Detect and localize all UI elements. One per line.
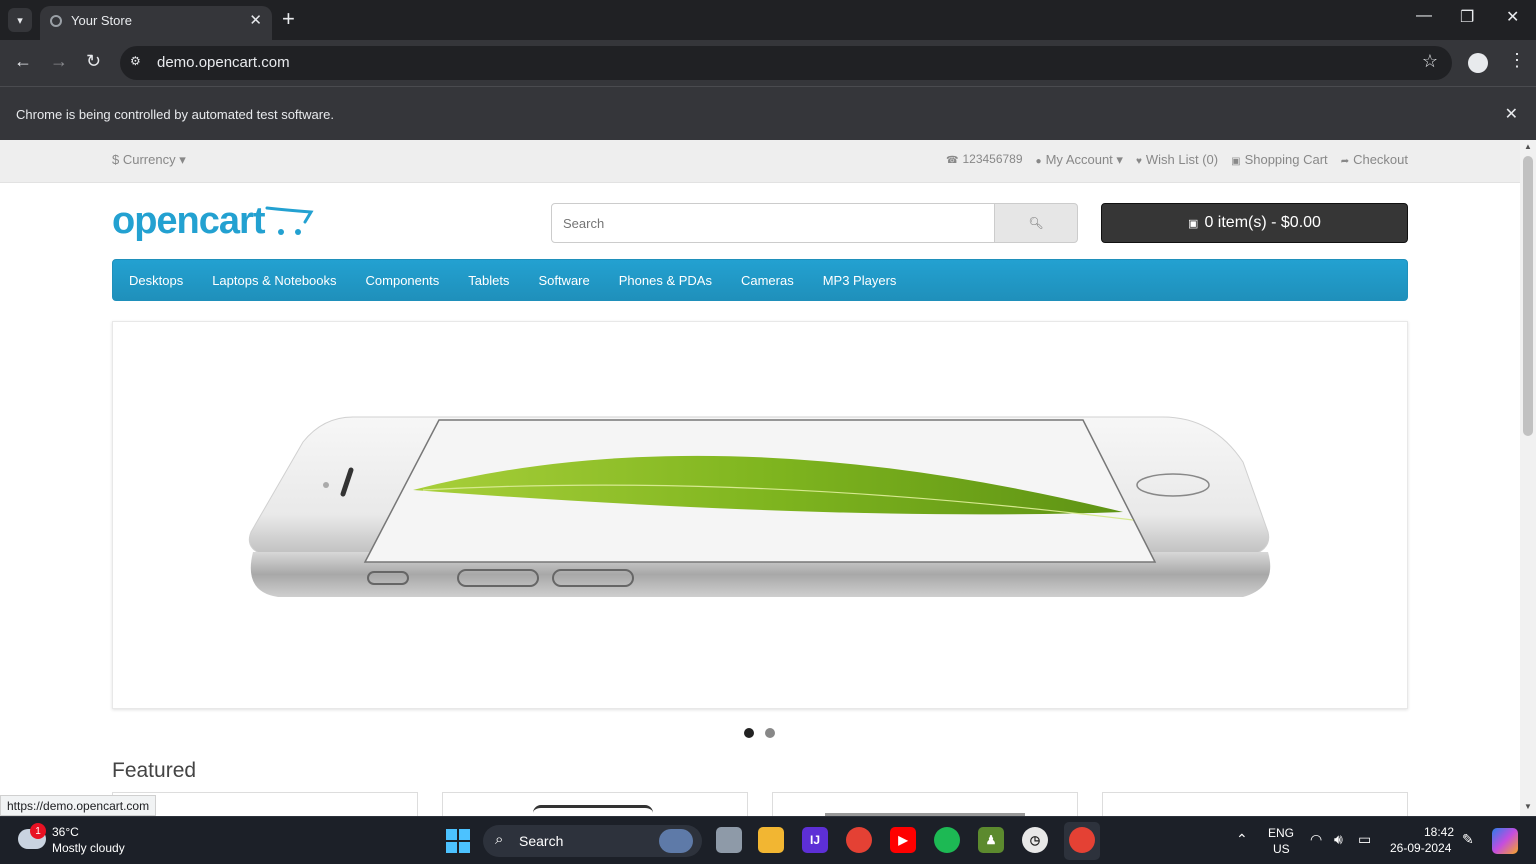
slideshow-pagination (744, 728, 775, 738)
wifi-icon[interactable]: ◠ (1310, 831, 1322, 848)
my-account-link[interactable]: ● My Account ▾ (1036, 152, 1123, 168)
automation-infobar: Chrome is being controlled by automated … (0, 86, 1536, 140)
taskbar-search[interactable]: ⌕ Search (483, 825, 702, 857)
iphone-banner-image (248, 416, 1271, 597)
chrome-icon[interactable] (846, 827, 872, 853)
cart-icon: ▣ (1188, 217, 1199, 230)
scroll-down-arrow-icon[interactable]: ▼ (1524, 802, 1532, 811)
forward-button[interactable]: → (50, 51, 68, 72)
search-button[interactable]: 🔍︎ (994, 203, 1078, 243)
chrome-active-icon[interactable] (1069, 827, 1095, 853)
menu-cameras[interactable]: Cameras (741, 273, 794, 288)
search-highlight-icon (659, 829, 693, 853)
tab-title: Your Store (71, 13, 132, 28)
tab-search-button[interactable]: ▾ (8, 8, 32, 32)
globe-icon (50, 15, 62, 27)
product-card[interactable] (442, 792, 748, 816)
clock-app-icon[interactable]: ◷ (1022, 827, 1048, 853)
close-tab-icon[interactable]: ✕ (249, 11, 262, 29)
currency-dropdown[interactable]: $ Currency ▾ (112, 152, 186, 168)
url-text[interactable]: demo.opencart.com (157, 54, 290, 71)
intellij-icon[interactable]: IJ (802, 827, 828, 853)
top-links-bar: $ Currency ▾ ☎ 123456789 ● My Account ▾ ♥ W… (0, 140, 1520, 183)
menu-components[interactable]: Components (366, 273, 440, 288)
site-info-icon[interactable]: ⚙ (130, 54, 148, 72)
phone-icon: ☎ (946, 155, 959, 166)
bookmark-star-icon[interactable]: ☆ (1422, 51, 1438, 72)
reload-button[interactable]: ↻ (86, 51, 101, 72)
language-primary[interactable]: ENG (1268, 826, 1294, 840)
volume-icon[interactable]: 🔊︎ (1334, 831, 1343, 848)
spotify-icon[interactable] (934, 827, 960, 853)
task-view-icon[interactable] (716, 827, 742, 853)
battery-icon[interactable]: ▭ (1358, 831, 1371, 848)
menu-desktops[interactable]: Desktops (129, 273, 183, 288)
scroll-thumb[interactable] (1523, 156, 1533, 436)
opencart-logo[interactable]: opencart (112, 200, 265, 243)
tray-overflow-icon[interactable]: ⌃ (1236, 831, 1248, 848)
menu-phones-pdas[interactable]: Phones & PDAs (619, 273, 712, 288)
top-links: ☎ 123456789 ● My Account ▾ ♥ Wish List (0) … (946, 152, 1408, 168)
phone-link[interactable]: ☎ 123456789 (946, 152, 1023, 168)
slide-dot-1[interactable] (744, 728, 754, 738)
chess-icon[interactable]: ♟ (978, 827, 1004, 853)
heart-icon: ♥ (1135, 156, 1142, 167)
shopping-cart-link[interactable]: ▣ Shopping Cart (1231, 152, 1328, 168)
home-slideshow[interactable] (112, 321, 1408, 709)
chrome-menu-icon[interactable]: ⋮ (1508, 50, 1526, 71)
product-card[interactable] (1102, 792, 1408, 816)
search-icon: ⌕ (495, 831, 504, 848)
slide-dot-2[interactable] (765, 728, 775, 738)
start-button[interactable] (446, 829, 470, 853)
page-viewport: $ Currency ▾ ☎ 123456789 ● My Account ▾ ♥ W… (0, 140, 1520, 816)
file-explorer-icon[interactable] (758, 827, 784, 853)
weather-condition[interactable]: Mostly cloudy (52, 841, 125, 855)
product-card[interactable] (772, 792, 1078, 816)
product-card[interactable] (112, 792, 418, 816)
browser-toolbar: ← → ↻ ⚙ demo.opencart.com ☆ ⋮ (0, 40, 1536, 86)
menu-software[interactable]: Software (538, 273, 589, 288)
menu-mp3-players[interactable]: MP3 Players (823, 273, 897, 288)
weather-badge: 1 (30, 823, 46, 839)
close-window-button[interactable]: ✕ (1506, 7, 1519, 27)
infobar-close-icon[interactable]: ✕ (1505, 104, 1518, 124)
profile-avatar[interactable] (1468, 53, 1488, 73)
share-icon: ➦ (1340, 156, 1350, 167)
clock-date[interactable]: 26-09-2024 (1390, 841, 1451, 855)
copilot-icon[interactable] (1492, 828, 1518, 854)
scroll-up-arrow-icon[interactable]: ▲ (1524, 142, 1532, 151)
link-status-bubble: https://demo.opencart.com (0, 795, 157, 816)
page-scrollbar[interactable]: ▲ ▼ (1520, 140, 1536, 816)
user-icon: ● (1035, 156, 1042, 167)
minimize-button[interactable]: — (1416, 7, 1432, 25)
clock-time[interactable]: 18:42 (1424, 825, 1454, 839)
notifications-icon[interactable]: ✎ (1462, 831, 1474, 848)
cart-icon: ▣ (1231, 156, 1241, 167)
weather-temperature[interactable]: 36°C (52, 825, 79, 839)
cart-button[interactable]: ▣ 0 item(s) - $0.00 (1101, 203, 1408, 243)
windows-taskbar: 1 36°C Mostly cloudy ⌕ Search IJ ▶ ♟ ◷ ⌃… (0, 816, 1536, 864)
featured-heading: Featured (112, 759, 197, 782)
checkout-link[interactable]: ➦ Checkout (1341, 152, 1408, 168)
product-image (533, 805, 653, 816)
menu-laptops-notebooks[interactable]: Laptops & Notebooks (212, 273, 336, 288)
address-bar[interactable]: ⚙ demo.opencart.com ☆ (120, 46, 1452, 80)
language-secondary[interactable]: US (1273, 842, 1290, 856)
restore-button[interactable]: ❐ (1460, 7, 1474, 27)
infobar-message: Chrome is being controlled by automated … (16, 107, 334, 122)
new-tab-button[interactable]: + (282, 7, 295, 31)
search-icon: 🔍︎ (1028, 216, 1044, 230)
logo-cart-icon (265, 206, 314, 235)
menu-tablets[interactable]: Tablets (468, 273, 509, 288)
main-menu: Desktops Laptops & Notebooks Components … (112, 259, 1408, 301)
wish-list-link[interactable]: ♥ Wish List (0) (1136, 152, 1218, 168)
browser-tab[interactable]: Your Store ✕ (40, 6, 272, 40)
youtube-icon[interactable]: ▶ (890, 827, 916, 853)
search-input[interactable] (551, 203, 995, 243)
cart-total: 0 item(s) - $0.00 (1204, 214, 1321, 231)
back-button[interactable]: ← (14, 51, 32, 72)
browser-tabbar: ▾ Your Store ✕ + — ❐ ✕ (0, 0, 1536, 40)
taskbar-search-label: Search (519, 833, 564, 849)
